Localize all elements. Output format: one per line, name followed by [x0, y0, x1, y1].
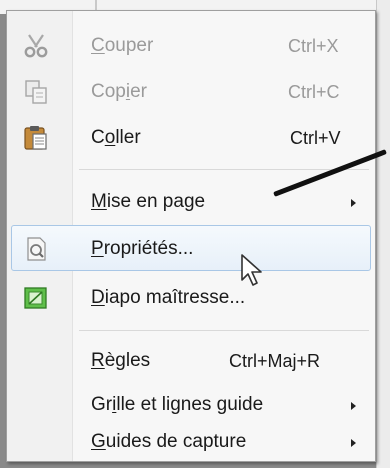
menu-item-regles[interactable]: Règles Ctrl+Maj+R: [7, 338, 375, 384]
menu-item-mise-en-page[interactable]: Mise en page: [7, 179, 375, 225]
menu-item-guides-de-capture[interactable]: Guides de capture: [7, 419, 375, 465]
submenu-arrow-icon: [351, 439, 356, 447]
menu-item-label: Mise en page: [91, 191, 206, 212]
copy-icon: [23, 79, 49, 105]
menu-item-shortcut: Ctrl+C: [288, 82, 340, 102]
context-menu: Couper Ctrl+X Copier Ctrl+C Coller Ctrl+…: [6, 10, 376, 462]
menu-separator: [79, 169, 369, 170]
mouse-cursor-icon: [240, 253, 270, 289]
menu-separator: [79, 330, 369, 331]
menu-item-shortcut: Ctrl+V: [290, 128, 341, 148]
menu-item-label: Guides de capture: [91, 431, 247, 452]
submenu-arrow-icon: [351, 402, 356, 410]
menu-item-coller[interactable]: Coller Ctrl+V: [7, 115, 375, 161]
master-slide-icon: [23, 285, 49, 311]
paste-icon: [23, 125, 49, 151]
menu-item-copier[interactable]: Copier Ctrl+C: [7, 69, 375, 115]
menu-item-shortcut: Ctrl+Maj+R: [229, 351, 321, 371]
background-window-right: [376, 0, 390, 468]
menu-item-label: Diapo maîtresse...: [91, 287, 246, 308]
menu-item-diapo-maitresse[interactable]: Diapo maîtresse...: [7, 275, 375, 321]
properties-icon: [23, 236, 49, 262]
menu-item-shortcut: Ctrl+X: [288, 36, 339, 56]
menu-item-couper[interactable]: Couper Ctrl+X: [7, 23, 375, 69]
menu-item-label: Couper: [91, 35, 154, 56]
menu-item-label: Copier: [91, 81, 147, 102]
menu-item-label: Propriétés...: [91, 238, 194, 259]
scissors-icon: [23, 33, 49, 59]
menu-item-label: Coller: [91, 127, 141, 148]
menu-item-proprietes[interactable]: Propriétés...: [11, 225, 371, 271]
menu-item-label: Règles: [91, 350, 151, 371]
submenu-arrow-icon: [351, 199, 356, 207]
